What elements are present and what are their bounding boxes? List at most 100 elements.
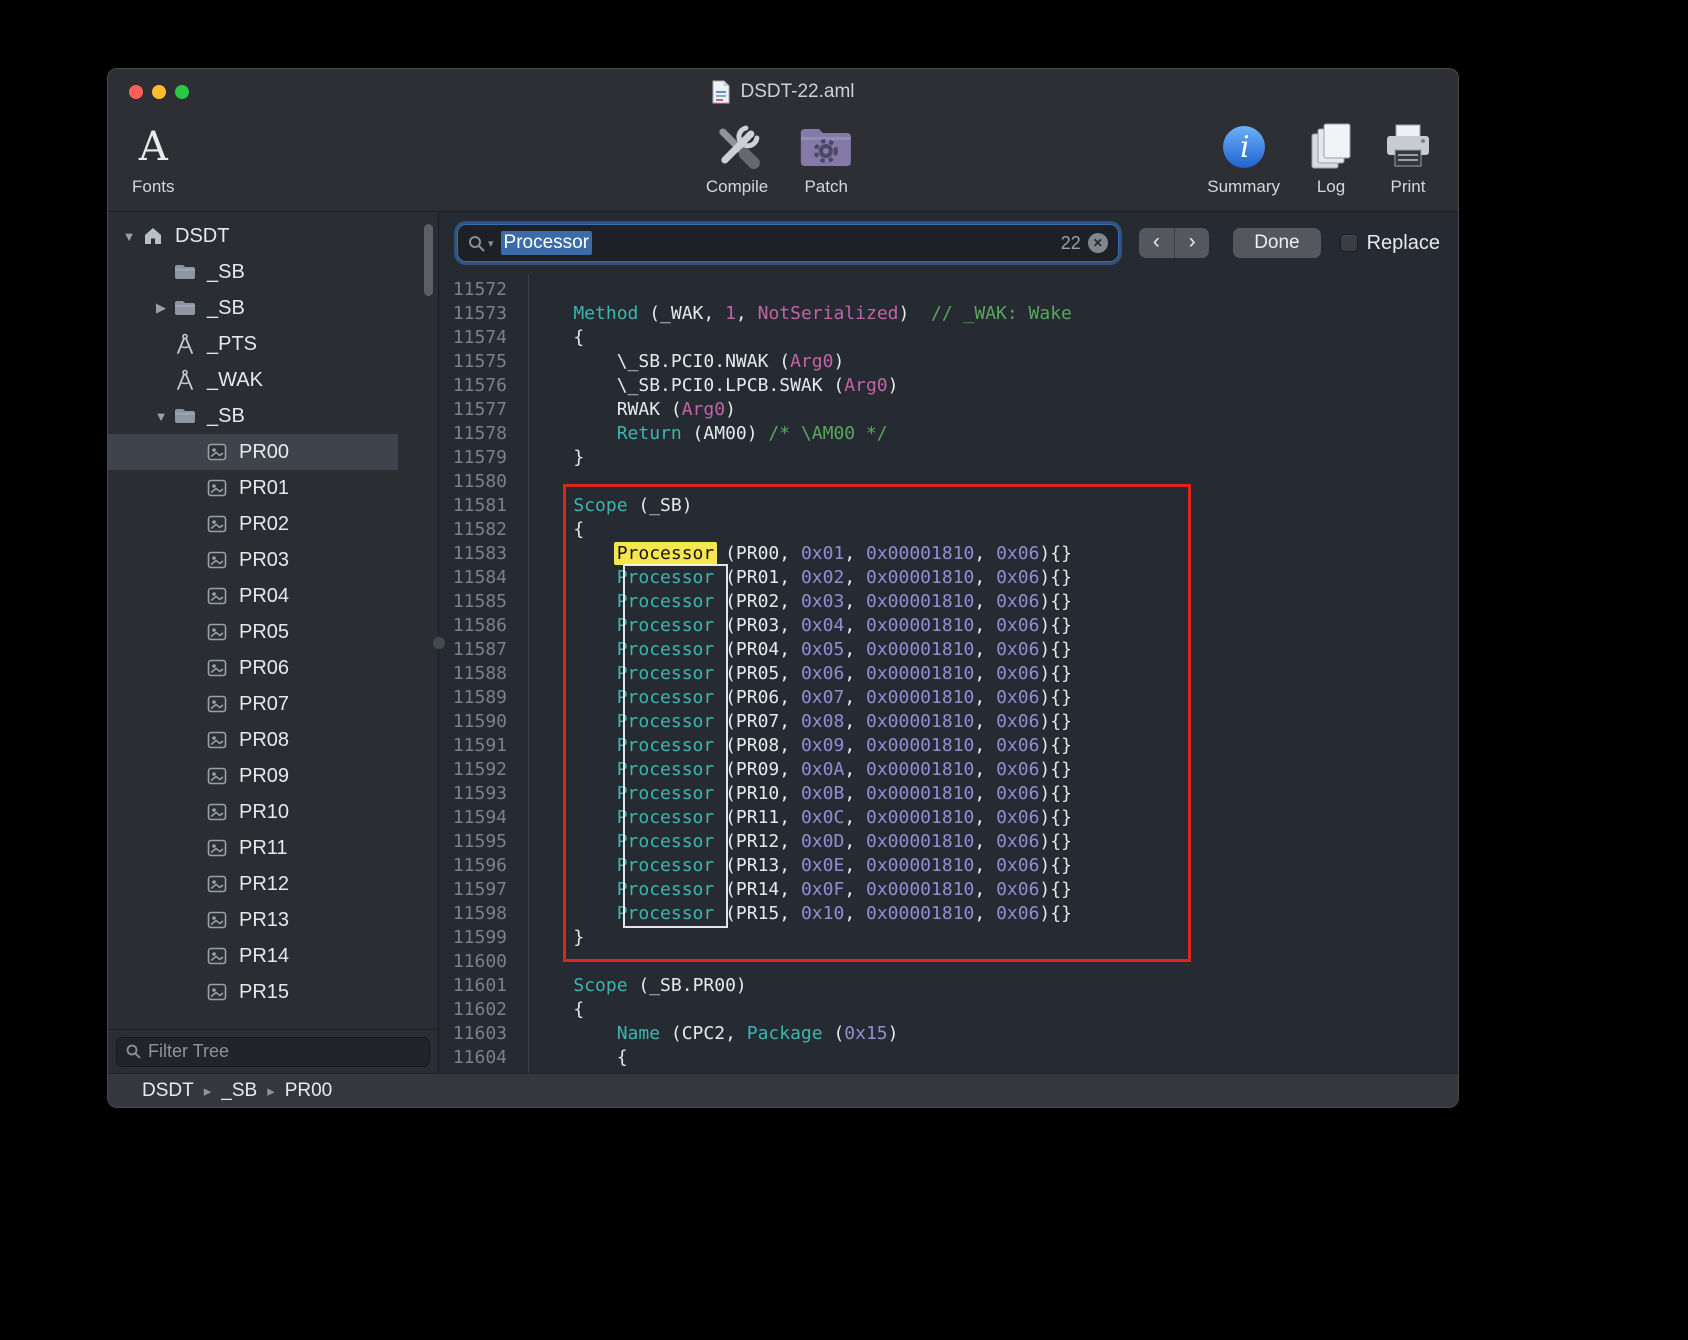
sidebar-item-pr00[interactable]: PR00 <box>108 434 438 470</box>
compile-button[interactable]: Compile <box>706 117 768 197</box>
code-text: Processor (PR10, 0x0B, 0x00001810, 0x06)… <box>518 782 1072 806</box>
code-text: Scope (_SB) <box>518 494 693 518</box>
disclosure-right-icon[interactable]: ▶ <box>150 300 172 316</box>
code-token: (_SB) <box>628 495 693 516</box>
sidebar-item-pr05[interactable]: PR05 <box>108 614 438 650</box>
code-token: 0x00001810 <box>866 591 974 612</box>
code-token: 0x06 <box>996 639 1039 660</box>
method-icon <box>172 369 198 391</box>
sidebar-item-pr01[interactable]: PR01 <box>108 470 438 506</box>
code-token <box>530 903 617 924</box>
code-token: , <box>974 783 996 804</box>
processor-icon <box>204 875 230 893</box>
code-token: 0x00001810 <box>866 687 974 708</box>
processor-icon <box>204 911 230 929</box>
sidebar-item-pr08[interactable]: PR08 <box>108 722 438 758</box>
sidebar-item-pr03[interactable]: PR03 <box>108 542 438 578</box>
sidebar-item-pr07[interactable]: PR07 <box>108 686 438 722</box>
breadcrumb-item[interactable]: PR00 <box>285 1080 333 1102</box>
sidebar-item-pr12[interactable]: PR12 <box>108 866 438 902</box>
code-line: 11601 Scope (_SB.PR00) <box>439 974 1458 998</box>
sidebar-item-wak[interactable]: _WAK <box>108 362 438 398</box>
sidebar-item-pr06[interactable]: PR06 <box>108 650 438 686</box>
find-input[interactable]: ▾ Processor 22 ✕ <box>457 224 1119 262</box>
processor-icon <box>204 587 230 605</box>
processor-icon <box>204 479 230 497</box>
code-token: 0x09 <box>801 735 844 756</box>
code-token <box>530 591 617 612</box>
code-token: , <box>974 879 996 900</box>
line-number: 11586 <box>439 614 518 638</box>
sidebar-item-pr15[interactable]: PR15 <box>108 974 438 1010</box>
code-token: 0x0F <box>801 879 844 900</box>
code-token: 0x01 <box>801 543 844 564</box>
line-number: 11589 <box>439 686 518 710</box>
code-token: 0x06 <box>801 663 844 684</box>
log-label: Log <box>1317 177 1345 197</box>
line-number: 11575 <box>439 350 518 374</box>
breadcrumb-item[interactable]: _SB <box>221 1080 257 1102</box>
find-match: Processor <box>617 663 715 684</box>
find-match: Processor <box>617 759 715 780</box>
code-text: Processor (PR01, 0x02, 0x00001810, 0x06)… <box>518 566 1072 590</box>
code-token: , <box>844 879 866 900</box>
find-query-selected-text[interactable]: Processor <box>501 231 593 255</box>
code-token: // _WAK: Wake <box>931 303 1072 324</box>
sidebar-item-pr09[interactable]: PR09 <box>108 758 438 794</box>
replace-checkbox[interactable] <box>1340 234 1358 252</box>
zoom-button[interactable] <box>175 85 189 99</box>
sidebar-scrollbar[interactable] <box>424 224 433 296</box>
breadcrumb-item[interactable]: DSDT <box>142 1080 194 1102</box>
code-token: (PR12, <box>714 831 801 852</box>
code-token: 0x06 <box>996 855 1039 876</box>
sidebar-item-pr11[interactable]: PR11 <box>108 830 438 866</box>
done-button[interactable]: Done <box>1233 228 1320 258</box>
splitter-handle[interactable] <box>433 637 445 649</box>
log-button[interactable]: Log <box>1308 117 1354 197</box>
code-line: 11598 Processor (PR15, 0x10, 0x00001810,… <box>439 902 1458 926</box>
previous-match-button[interactable]: ‹ <box>1139 228 1174 258</box>
tree-item-label: PR11 <box>239 837 288 860</box>
sidebar-item-dsdt[interactable]: ▼DSDT <box>108 218 438 254</box>
code-token: Arg0 <box>682 399 725 420</box>
code-token: , <box>844 807 866 828</box>
next-match-button[interactable]: › <box>1174 228 1209 258</box>
code-line: 11604 { <box>439 1046 1458 1070</box>
disclosure-down-icon[interactable]: ▼ <box>150 409 172 424</box>
summary-button[interactable]: i Summary <box>1207 117 1280 197</box>
code-token: Arg0 <box>790 351 833 372</box>
window-header: DSDT-22.aml A Fonts <box>108 69 1458 212</box>
code-token: 0x00001810 <box>866 615 974 636</box>
fonts-button[interactable]: A Fonts <box>132 117 175 197</box>
code-text: RWAK (Arg0) <box>518 398 736 422</box>
code-editor[interactable]: 1157211573 Method (_WAK, 1, NotSerialize… <box>439 274 1458 1073</box>
disclosure-down-icon[interactable]: ▼ <box>118 229 140 244</box>
sidebar-item-pr02[interactable]: PR02 <box>108 506 438 542</box>
code-token: 0x00001810 <box>866 879 974 900</box>
code-token: Arg0 <box>844 375 887 396</box>
patch-button[interactable]: Patch <box>798 117 854 197</box>
minimize-button[interactable] <box>152 85 166 99</box>
print-button[interactable]: Print <box>1382 117 1434 197</box>
sidebar-item-pr04[interactable]: PR04 <box>108 578 438 614</box>
sidebar-item-pr13[interactable]: PR13 <box>108 902 438 938</box>
sidebar-item-sb[interactable]: ▼ _SB <box>108 398 438 434</box>
code-line: 11590 Processor (PR07, 0x08, 0x00001810,… <box>439 710 1458 734</box>
tree-item-label: _SB <box>207 405 245 428</box>
sidebar-item-sb[interactable]: _SB <box>108 254 438 290</box>
titlebar[interactable]: DSDT-22.aml <box>108 69 1458 115</box>
close-button[interactable] <box>129 85 143 99</box>
sidebar-item-sb[interactable]: ▶_SB <box>108 290 438 326</box>
sidebar-item-pr10[interactable]: PR10 <box>108 794 438 830</box>
filter-tree-input[interactable]: Filter Tree <box>116 1037 430 1067</box>
code-token <box>530 639 617 660</box>
code-token: 0x07 <box>801 687 844 708</box>
search-options-chevron-icon[interactable]: ▾ <box>488 237 494 250</box>
code-token: ){} <box>1039 639 1072 660</box>
code-token: , <box>844 903 866 924</box>
code-text: Processor (PR04, 0x05, 0x00001810, 0x06)… <box>518 638 1072 662</box>
clear-search-icon[interactable]: ✕ <box>1088 233 1108 253</box>
sidebar-item-pr14[interactable]: PR14 <box>108 938 438 974</box>
sidebar-item-pts[interactable]: _PTS <box>108 326 438 362</box>
find-match: Processor <box>617 807 715 828</box>
